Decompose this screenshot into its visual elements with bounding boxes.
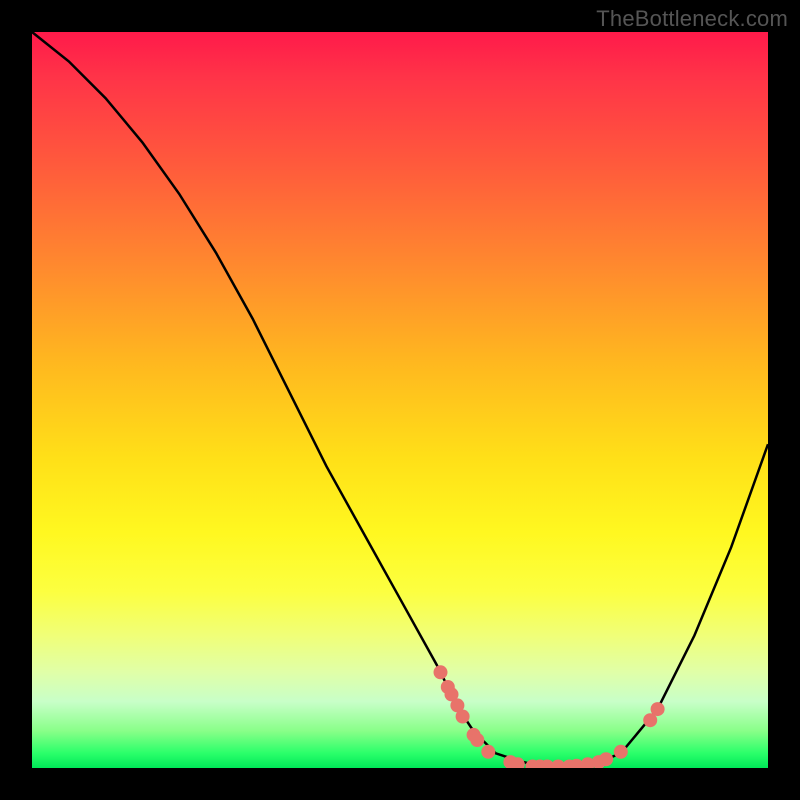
watermark-text: TheBottleneck.com xyxy=(596,6,788,32)
chart-marker xyxy=(599,752,613,766)
chart-markers xyxy=(434,665,665,768)
chart-marker xyxy=(651,702,665,716)
chart-curve xyxy=(32,32,768,768)
chart-marker xyxy=(614,745,628,759)
chart-marker xyxy=(470,733,484,747)
chart-svg xyxy=(32,32,768,768)
chart-plot-area xyxy=(32,32,768,768)
chart-marker xyxy=(481,745,495,759)
chart-marker xyxy=(434,665,448,679)
chart-marker xyxy=(456,710,470,724)
